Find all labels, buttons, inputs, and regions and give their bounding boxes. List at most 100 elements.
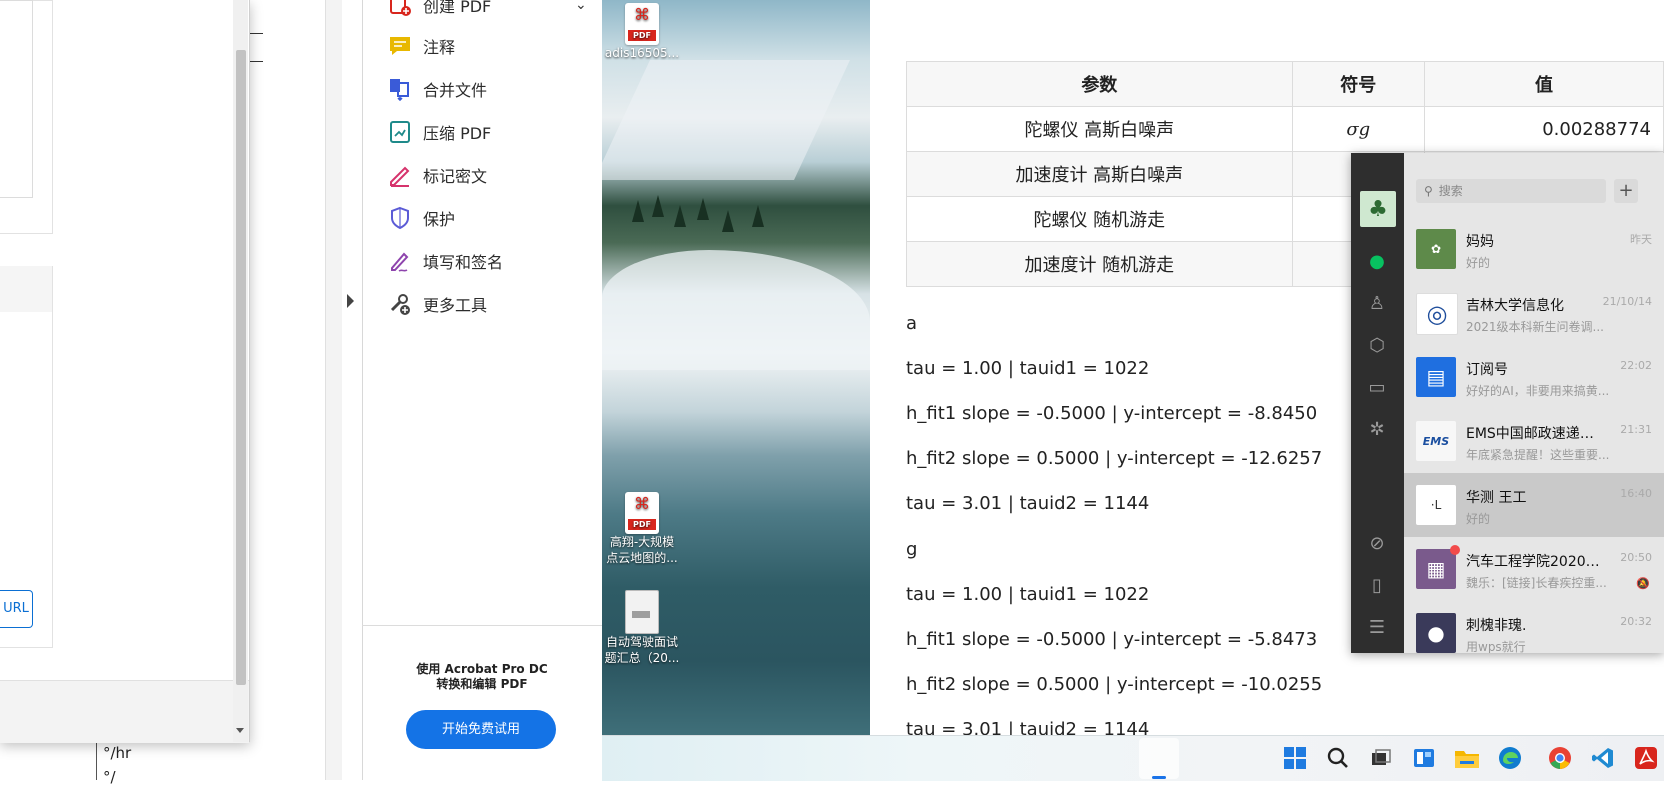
- desktop-icon-label: 自动驾驶面试: [605, 635, 678, 649]
- windows-start-icon[interactable]: [1281, 744, 1309, 772]
- tool-label: 创建 PDF: [423, 0, 492, 16]
- file-explorer-icon[interactable]: [1453, 744, 1481, 772]
- table-cell: 加速度计 随机游走: [906, 241, 1293, 287]
- wallpaper-tree: [752, 205, 764, 227]
- chrome-browser-icon[interactable]: [1546, 744, 1574, 772]
- wallpaper-tree: [652, 195, 664, 217]
- background-column-line: [96, 742, 97, 780]
- conversation-name: 华测 王工: [1466, 490, 1527, 506]
- conversation-time: 21:31: [1620, 423, 1652, 436]
- conversation-item[interactable]: ● 刺槐非瑰. 用wps就行 20:32: [1404, 601, 1664, 653]
- desktop-icon-pdf[interactable]: ⌘ PDF 高翔-大规模 点云地图的...: [602, 492, 682, 566]
- moments-icon[interactable]: ✲: [1365, 417, 1389, 441]
- tool-label: 注释: [423, 38, 456, 57]
- dialog-footer: [0, 680, 249, 743]
- chat-search-input[interactable]: ⚲ 搜索: [1416, 179, 1606, 203]
- dialog-text-area[interactable]: [0, 0, 33, 198]
- chat-bubble-icon[interactable]: ●: [1365, 249, 1389, 273]
- unit-text: °/: [103, 768, 116, 786]
- vscode-icon[interactable]: [1589, 744, 1617, 772]
- start-free-trial-button[interactable]: 开始免费试用: [406, 710, 556, 749]
- tool-compress-pdf[interactable]: 压缩 PDF: [387, 115, 491, 149]
- desktop-icon-pdf[interactable]: ⌘ PDF adis16505...: [602, 3, 682, 61]
- contacts-icon[interactable]: ♙: [1365, 291, 1389, 315]
- table-cell: 陀螺仪 高斯白噪声: [906, 106, 1293, 152]
- tool-comment[interactable]: 注释: [387, 29, 455, 63]
- table-header: 参数: [906, 61, 1293, 107]
- combine-files-icon: [390, 79, 409, 102]
- wallpaper-tree: [674, 205, 686, 227]
- taskbar-active-indicator: [1152, 776, 1166, 779]
- fill-sign-icon: [391, 252, 409, 272]
- add-button[interactable]: +: [1614, 179, 1638, 203]
- avatar: ●: [1416, 613, 1456, 653]
- conversation-preview: 好的: [1466, 512, 1491, 526]
- avatar: ▤: [1416, 357, 1456, 397]
- unread-badge: [1450, 545, 1460, 555]
- panel-gutter: [325, 0, 342, 780]
- tool-fill-sign[interactable]: 填写和签名: [387, 244, 503, 278]
- wallpaper-mountain: [602, 60, 850, 180]
- conversation-time: 16:40: [1620, 487, 1652, 500]
- conversation-item[interactable]: ▦ 汽车工程学院2020级... 魏乐：[链接]长春疾控重... 20:50 🔕: [1404, 537, 1664, 601]
- edge-browser-icon[interactable]: [1496, 744, 1524, 772]
- wallpaper-tree: [632, 200, 644, 222]
- conversation-preview: 年底紧急提醒！这些重要...: [1466, 448, 1610, 462]
- tool-protect[interactable]: 保护: [387, 201, 455, 235]
- tool-label: 保护: [423, 210, 456, 229]
- desktop-icon-document[interactable]: 自动驾驶面试 题汇总（20...: [602, 590, 682, 666]
- conversation-item[interactable]: EMS EMS中国邮政速递物... 年底紧急提醒！这些重要... 21:31: [1404, 409, 1664, 473]
- text-line: tau = 1.00 | tauid1 = 1022: [906, 584, 1150, 605]
- tool-label: 合并文件: [423, 81, 488, 100]
- table-cell: 陀螺仪 随机游走: [906, 196, 1293, 242]
- mini-program-icon[interactable]: ⊘: [1365, 531, 1389, 555]
- tool-more-tools[interactable]: 更多工具: [387, 287, 487, 321]
- search-icon[interactable]: [1324, 744, 1352, 772]
- scroll-down-arrow-icon[interactable]: [236, 728, 244, 733]
- avatar: ◎: [1416, 293, 1458, 335]
- user-avatar[interactable]: ♣: [1360, 191, 1396, 227]
- table-header-row: 参数 符号 值: [906, 61, 1664, 107]
- favorites-cube-icon[interactable]: ⬡: [1365, 333, 1389, 357]
- conversation-item-selected[interactable]: ·L 华测 王工 好的 16:40: [1404, 473, 1664, 537]
- dialog-window: URL: [0, 0, 250, 743]
- menu-icon[interactable]: ☰: [1365, 615, 1389, 639]
- avatar: EMS: [1416, 421, 1456, 461]
- tool-combine-files[interactable]: 合并文件: [387, 72, 487, 106]
- taskbar: [602, 735, 1664, 781]
- conversation-item[interactable]: ✿ 妈妈 好的 昨天: [1404, 217, 1664, 281]
- phone-icon[interactable]: ▯: [1365, 573, 1389, 597]
- conversation-preview: 好好的AI，非要用来搞黄...: [1466, 384, 1610, 398]
- table-cell: 0.00288774: [1423, 106, 1664, 152]
- avatar: ·L: [1416, 485, 1456, 525]
- chevron-down-icon[interactable]: ⌄: [575, 0, 587, 13]
- url-button[interactable]: URL: [0, 590, 33, 628]
- document-file-icon: [625, 590, 659, 634]
- create-pdf-icon: [390, 0, 411, 16]
- conversation-name: 妈妈: [1466, 234, 1494, 250]
- folder-icon[interactable]: ▭: [1365, 375, 1389, 399]
- text-line: h_fit1 slope = -0.5000 | y-intercept = -…: [906, 629, 1318, 650]
- comment-icon: [390, 37, 410, 55]
- avatar: ▦: [1416, 549, 1456, 589]
- expand-panel-arrow-icon[interactable]: [347, 294, 354, 308]
- conversation-time: 21/10/14: [1602, 295, 1652, 308]
- tool-create-pdf[interactable]: 创建 PDF ⌄: [387, 0, 587, 22]
- conversation-name: 汽车工程学院2020级...: [1466, 554, 1606, 570]
- widgets-icon[interactable]: [1410, 744, 1438, 772]
- compress-pdf-icon: [390, 121, 410, 143]
- dialog-scroll-thumb[interactable]: [236, 50, 246, 685]
- text-line: tau = 1.00 | tauid1 = 1022: [906, 358, 1150, 379]
- pdf-file-icon: ⌘ PDF: [625, 492, 659, 534]
- conversation-item[interactable]: ◎ 吉林大学信息化 2021级本科新生问卷调... 21/10/14: [1404, 281, 1664, 345]
- acrobat-reader-icon[interactable]: [1632, 744, 1660, 772]
- conversation-preview: 2021级本科新生问卷调...: [1466, 320, 1604, 334]
- task-view-icon[interactable]: [1367, 744, 1395, 772]
- conversation-name: 刺槐非瑰.: [1466, 618, 1527, 634]
- conversation-name: EMS中国邮政速递物...: [1466, 426, 1606, 442]
- conversation-list: ⚲ 搜索 + ✿ 妈妈 好的 昨天 ◎ 吉林大学信息化 2021级本科新生问卷调.…: [1404, 153, 1664, 653]
- table-header: 符号: [1291, 61, 1425, 107]
- conversation-preview: 好的: [1466, 256, 1491, 270]
- tool-redact[interactable]: 标记密文: [387, 158, 487, 192]
- conversation-item[interactable]: ▤ 订阅号 好好的AI，非要用来搞黄... 22:02: [1404, 345, 1664, 409]
